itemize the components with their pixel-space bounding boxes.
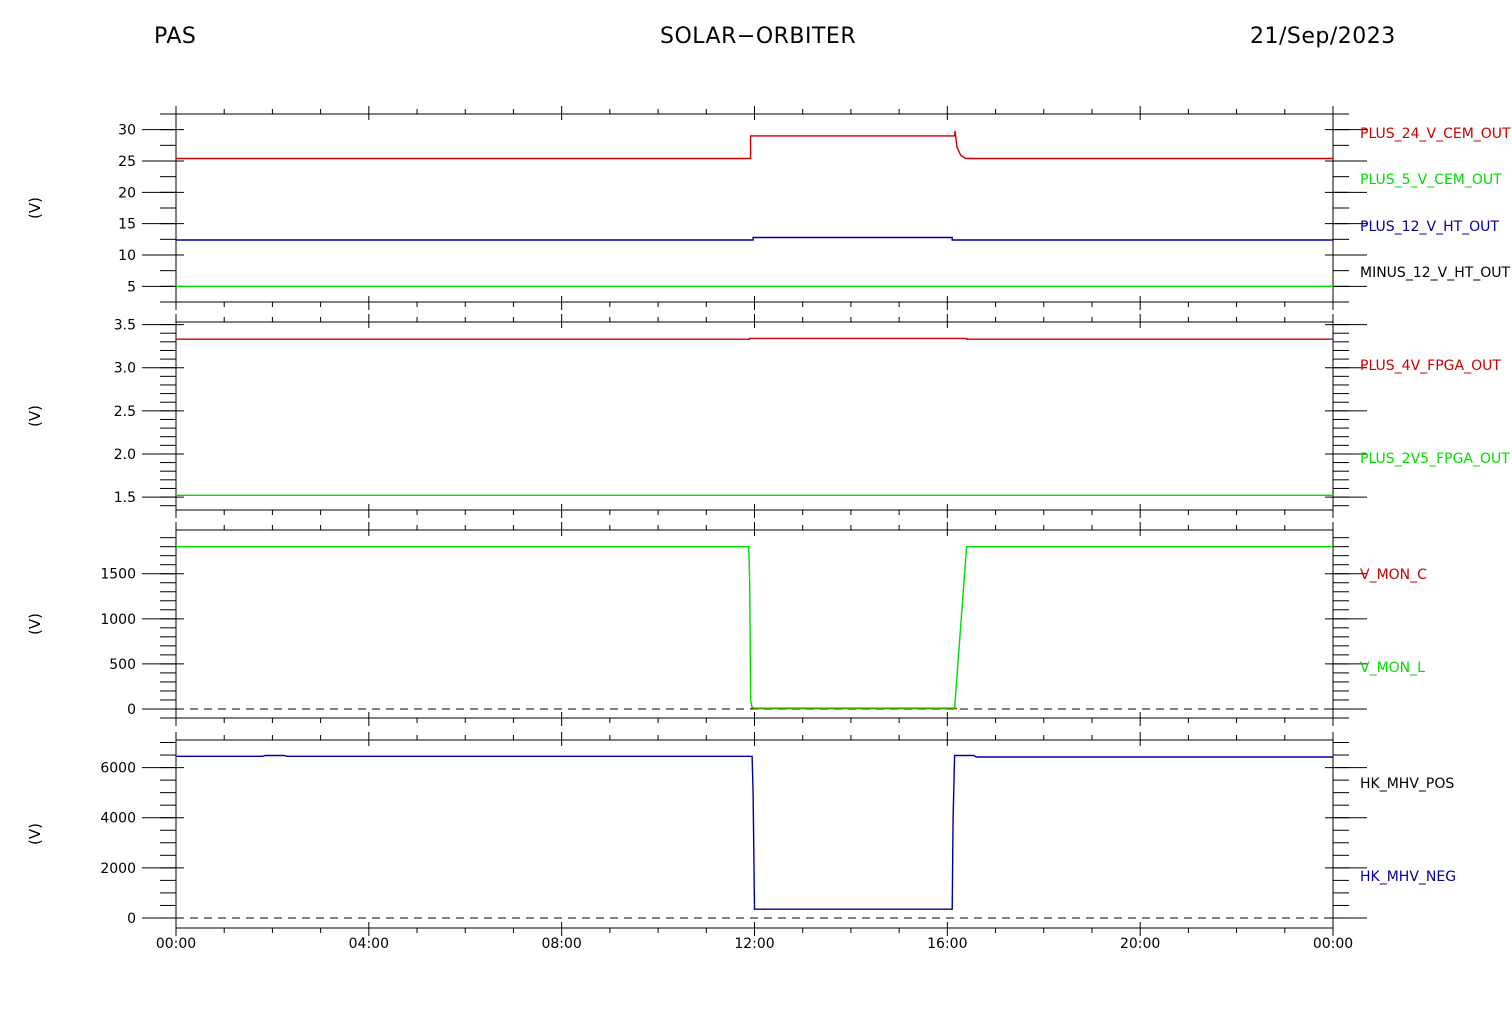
series-line-plus-24-v-cem-out	[176, 130, 1333, 160]
y-tick-label: 1000	[100, 612, 136, 628]
y-axis-label: (V)	[26, 405, 44, 427]
y-tick-label: 20	[118, 185, 136, 201]
series-line-plus-4v-fpga-out	[176, 337, 1333, 340]
legend-entry-v-mon-l: V_MON_L	[1360, 660, 1425, 676]
y-tick-label: 15	[118, 217, 136, 233]
legend-entry-hk-mhv-neg: HK_MHV_NEG	[1360, 869, 1456, 885]
series-line-v-mon-l	[176, 546, 1333, 709]
y-tick-label: 4000	[100, 811, 136, 827]
x-tick-label: 04:00	[349, 936, 389, 952]
x-tick-label: 12:00	[734, 936, 774, 952]
x-tick-label: 08:00	[541, 936, 581, 952]
plot-frame	[175, 529, 1334, 719]
panel-3: 0 500 1000 1500 (V) V_MON_C V_MON_L	[26, 522, 1427, 726]
y-tick-label: 5	[127, 279, 136, 295]
y-tick-label: 10	[118, 248, 136, 264]
legend-entry-plus-2v5-fpga-out: PLUS_2V5_FPGA_OUT	[1360, 451, 1510, 467]
x-tick-label: 00:00	[1313, 936, 1353, 952]
y-tick-label: 3.0	[114, 361, 136, 377]
y-tick-label: 2000	[100, 861, 136, 877]
plot-frame	[175, 113, 1334, 303]
legend-entry-v-mon-c: V_MON_C	[1360, 567, 1427, 583]
y-tick-label: 6000	[100, 761, 136, 777]
y-axis-label: (V)	[26, 197, 44, 219]
y-tick-label: 25	[118, 154, 136, 170]
panel-2: 1.5 2.0 2.5 3.0 3.5 (V) PLUS_4V_FPGA_OUT PLUS_2…	[26, 314, 1510, 518]
y-axis-label: (V)	[26, 613, 44, 635]
x-tick-label: 20:00	[1120, 936, 1160, 952]
series-line-plus-12-v-ht-out	[176, 236, 1333, 241]
plot-frame	[175, 321, 1334, 511]
y-tick-label: 0	[127, 911, 136, 927]
panel-4: 0 2000 4000 6000 (V) HK_MHV_POS HK_MHV_NEG 00:0…	[26, 732, 1456, 952]
legend-entry-hk-mhv-pos: HK_MHV_POS	[1360, 776, 1454, 792]
y-axis-label: (V)	[26, 823, 44, 845]
legend-entry-plus-5-v-cem-out: PLUS_5_V_CEM_OUT	[1360, 172, 1502, 188]
x-tick-label: 00:00	[156, 936, 196, 952]
y-tick-label: 1.5	[114, 490, 136, 506]
y-tick-label: 30	[118, 123, 136, 139]
legend-entry-minus-12-v-ht-out: MINUS_12_V_HT_OUT	[1360, 265, 1511, 281]
y-tick-label: 3.5	[114, 318, 136, 334]
y-tick-label: 0	[127, 702, 136, 718]
y-tick-label: 500	[109, 657, 136, 673]
x-tick-label: 16:00	[927, 936, 967, 952]
y-tick-label: 1500	[100, 567, 136, 583]
panel-1: 5 10 15 20 25 30 (V) PLUS_24_V_CEM_OUT PLUS_5_V_…	[26, 106, 1511, 310]
legend-entry-plus-4v-fpga-out: PLUS_4V_FPGA_OUT	[1360, 358, 1501, 374]
series-line-hk-mhv-neg	[176, 754, 1333, 910]
y-tick-label: 2.0	[114, 447, 136, 463]
y-tick-label: 2.5	[114, 404, 136, 420]
legend-entry-plus-24-v-cem-out: PLUS_24_V_CEM_OUT	[1360, 126, 1511, 142]
chart-area: 5 10 15 20 25 30 (V) PLUS_24_V_CEM_OUT PLUS_5_V_…	[26, 106, 1511, 952]
legend-entry-plus-12-v-ht-out: PLUS_12_V_HT_OUT	[1360, 219, 1499, 235]
